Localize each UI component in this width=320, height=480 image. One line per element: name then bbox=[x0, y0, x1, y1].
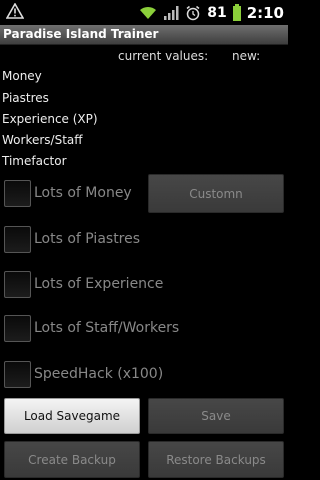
status-bar: 81 2:10 bbox=[0, 0, 288, 25]
field-label-workers: Workers/Staff bbox=[2, 133, 83, 147]
speedhack-label[interactable]: SpeedHack (x100) bbox=[34, 366, 163, 382]
field-label-timefactor: Timefactor bbox=[2, 154, 67, 168]
current-values-header: current values: bbox=[118, 49, 209, 63]
restore-backups-button[interactable]: Restore Backups bbox=[148, 441, 284, 478]
clock: 2:10 bbox=[246, 3, 284, 22]
lots-of-money-label[interactable]: Lots of Money bbox=[34, 185, 132, 201]
app-title: Paradise Island Trainer bbox=[3, 27, 159, 41]
wifi-icon bbox=[140, 6, 157, 19]
custom-button[interactable]: Customn bbox=[148, 174, 284, 213]
alarm-icon bbox=[186, 5, 200, 20]
lots-of-experience-checkbox[interactable] bbox=[4, 271, 31, 298]
battery-level: 81 bbox=[207, 4, 227, 21]
lots-of-staff-checkbox[interactable] bbox=[4, 315, 31, 342]
app-title-bar: Paradise Island Trainer bbox=[0, 25, 288, 45]
warning-icon bbox=[6, 3, 24, 19]
lots-of-staff-label[interactable]: Lots of Staff/Workers bbox=[34, 320, 179, 336]
new-values-header: new: bbox=[232, 49, 261, 63]
field-label-money: Money bbox=[2, 69, 42, 83]
battery-icon bbox=[232, 4, 241, 21]
lots-of-piastres-checkbox[interactable] bbox=[4, 226, 31, 253]
field-label-piastres: Piastres bbox=[2, 91, 49, 105]
field-label-experience: Experience (XP) bbox=[2, 112, 98, 126]
lots-of-experience-label[interactable]: Lots of Experience bbox=[34, 276, 163, 292]
lots-of-piastres-label[interactable]: Lots of Piastres bbox=[34, 231, 140, 247]
speedhack-checkbox[interactable] bbox=[4, 361, 31, 388]
lots-of-money-checkbox[interactable] bbox=[4, 180, 31, 207]
save-button[interactable]: Save bbox=[148, 398, 284, 434]
load-savegame-button[interactable]: Load Savegame bbox=[4, 398, 140, 434]
signal-icon bbox=[164, 5, 179, 20]
create-backup-button[interactable]: Create Backup bbox=[4, 441, 140, 478]
